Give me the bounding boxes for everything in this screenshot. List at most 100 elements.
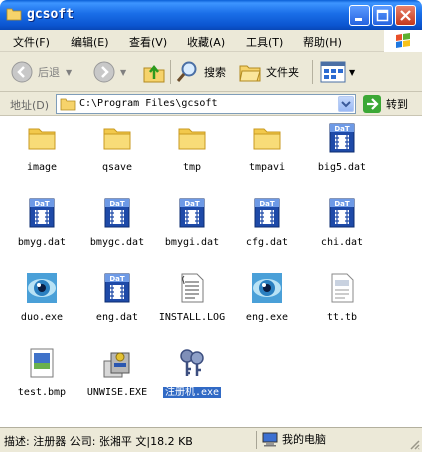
back-label: 后退 [38, 66, 60, 79]
file-name-text: bmygc.dat [89, 237, 145, 248]
folder-icon [101, 121, 133, 155]
doc-file-icon [326, 271, 358, 305]
toolbar-separator [170, 60, 171, 84]
file-item[interactable]: tmpavi [230, 121, 304, 193]
file-name: tmpavi [230, 161, 304, 174]
maximize-icon [376, 9, 389, 22]
file-name-text: eng.exe [245, 312, 289, 323]
file-name: chi.dat [305, 236, 379, 249]
file-item[interactable]: UNWISE.EXE [80, 346, 154, 418]
file-item[interactable]: duo.exe [5, 271, 79, 343]
file-item[interactable]: tt.tb [305, 271, 379, 343]
file-item[interactable]: bmygc.dat [80, 196, 154, 268]
file-name-text: qsave [101, 162, 133, 173]
file-item[interactable]: cfg.dat [230, 196, 304, 268]
folder-icon [251, 121, 283, 155]
file-name: tt.tb [305, 311, 379, 324]
windows-flag-icon [396, 33, 410, 48]
text-file-icon [176, 271, 208, 305]
eye-app-icon [26, 271, 58, 305]
file-item[interactable]: test.bmp [5, 346, 79, 418]
menu-edit[interactable]: 编辑(E) [71, 34, 109, 50]
file-item[interactable]: INSTALL.LOG [155, 271, 229, 343]
folders-button[interactable]: 文件夹 [238, 58, 299, 86]
file-item[interactable]: bmygi.dat [155, 196, 229, 268]
views-dropdown-icon[interactable]: ▼ [349, 68, 355, 77]
dat-file-icon [326, 121, 358, 155]
title-bar[interactable]: gcsoft [0, 0, 422, 30]
up-folder-button[interactable] [142, 58, 166, 86]
search-icon [176, 61, 197, 82]
file-item[interactable]: eng.exe [230, 271, 304, 343]
go-label: 转到 [386, 98, 408, 111]
chevron-down-icon [341, 101, 351, 108]
file-name-text: INSTALL.LOG [158, 312, 226, 323]
file-name: bmygi.dat [155, 236, 229, 249]
file-item[interactable]: chi.dat [305, 196, 379, 268]
close-button[interactable] [395, 5, 416, 26]
file-list-view[interactable]: image qsave tmp tmpavi big5.dat bmyg.dat bmygc… [0, 117, 422, 427]
up-folder-icon [143, 64, 165, 83]
address-input[interactable]: C:\Program Files\gcsoft [56, 94, 356, 114]
menu-tools[interactable]: 工具(T) [246, 34, 283, 50]
minimize-button[interactable] [349, 5, 370, 26]
windows-logo [384, 30, 422, 52]
window-title: gcsoft [27, 7, 74, 22]
menu-view[interactable]: 查看(V) [129, 34, 167, 50]
file-name-text: bmyg.dat [17, 237, 67, 248]
address-dropdown-button[interactable] [338, 96, 354, 112]
address-bar: 地址(D) C:\Program Files\gcsoft 转到 [0, 92, 422, 116]
address-value: C:\Program Files\gcsoft [79, 98, 218, 109]
maximize-button[interactable] [372, 5, 393, 26]
file-name: tmp [155, 161, 229, 174]
file-item[interactable]: eng.dat [80, 271, 154, 343]
keygen-icon [176, 346, 208, 380]
search-button[interactable]: 搜索 [176, 58, 226, 86]
status-location: 我的电脑 [282, 433, 326, 446]
menu-help[interactable]: 帮助(H) [303, 34, 342, 50]
dat-file-icon [101, 196, 133, 230]
folder-icon [6, 8, 22, 21]
file-name: 注册机.exe [155, 386, 229, 399]
forward-dropdown-icon[interactable]: ▼ [120, 68, 126, 77]
forward-button[interactable]: ▼ [92, 58, 126, 86]
resize-grip-icon[interactable] [408, 438, 420, 450]
go-button[interactable]: 转到 [362, 94, 408, 114]
file-name: bmyg.dat [5, 236, 79, 249]
file-name: INSTALL.LOG [155, 311, 229, 324]
file-item[interactable]: big5.dat [305, 121, 379, 193]
back-button[interactable]: 后退 ▼ [10, 58, 72, 86]
forward-arrow-icon [93, 61, 115, 83]
file-name: eng.dat [80, 311, 154, 324]
file-name: big5.dat [305, 161, 379, 174]
bitmap-file-icon [26, 346, 58, 380]
eye-app-icon [251, 271, 283, 305]
address-label: 地址(D) [10, 99, 50, 112]
file-name-text: UNWISE.EXE [86, 387, 148, 398]
views-button[interactable]: ▼ [320, 58, 355, 86]
file-name: cfg.dat [230, 236, 304, 249]
toolbar-separator [312, 60, 313, 84]
file-name-text: 注册机.exe [162, 387, 222, 398]
installer-icon [101, 346, 133, 380]
file-item[interactable]: bmyg.dat [5, 196, 79, 268]
folder-icon [26, 121, 58, 155]
folder-icon [176, 121, 208, 155]
file-name: eng.exe [230, 311, 304, 324]
file-item[interactable]: qsave [80, 121, 154, 193]
status-bar: 描述: 注册器 公司: 张湘平 文|18.2 KB 我的电脑 [0, 427, 422, 452]
folder-icon [60, 98, 76, 111]
dat-file-icon [326, 196, 358, 230]
back-dropdown-icon[interactable]: ▼ [66, 68, 72, 77]
menu-file[interactable]: 文件(F) [13, 34, 50, 50]
file-item[interactable]: image [5, 121, 79, 193]
toolbar: 后退 ▼ ▼ 搜索 文件夹 ▼ [0, 52, 422, 92]
go-arrow-icon [363, 95, 381, 113]
file-item[interactable]: tmp [155, 121, 229, 193]
views-icon [320, 61, 346, 83]
folders-label: 文件夹 [266, 66, 299, 79]
search-label: 搜索 [204, 66, 226, 79]
file-item[interactable]: 注册机.exe [155, 346, 229, 418]
file-name: image [5, 161, 79, 174]
menu-favorites[interactable]: 收藏(A) [187, 34, 225, 50]
